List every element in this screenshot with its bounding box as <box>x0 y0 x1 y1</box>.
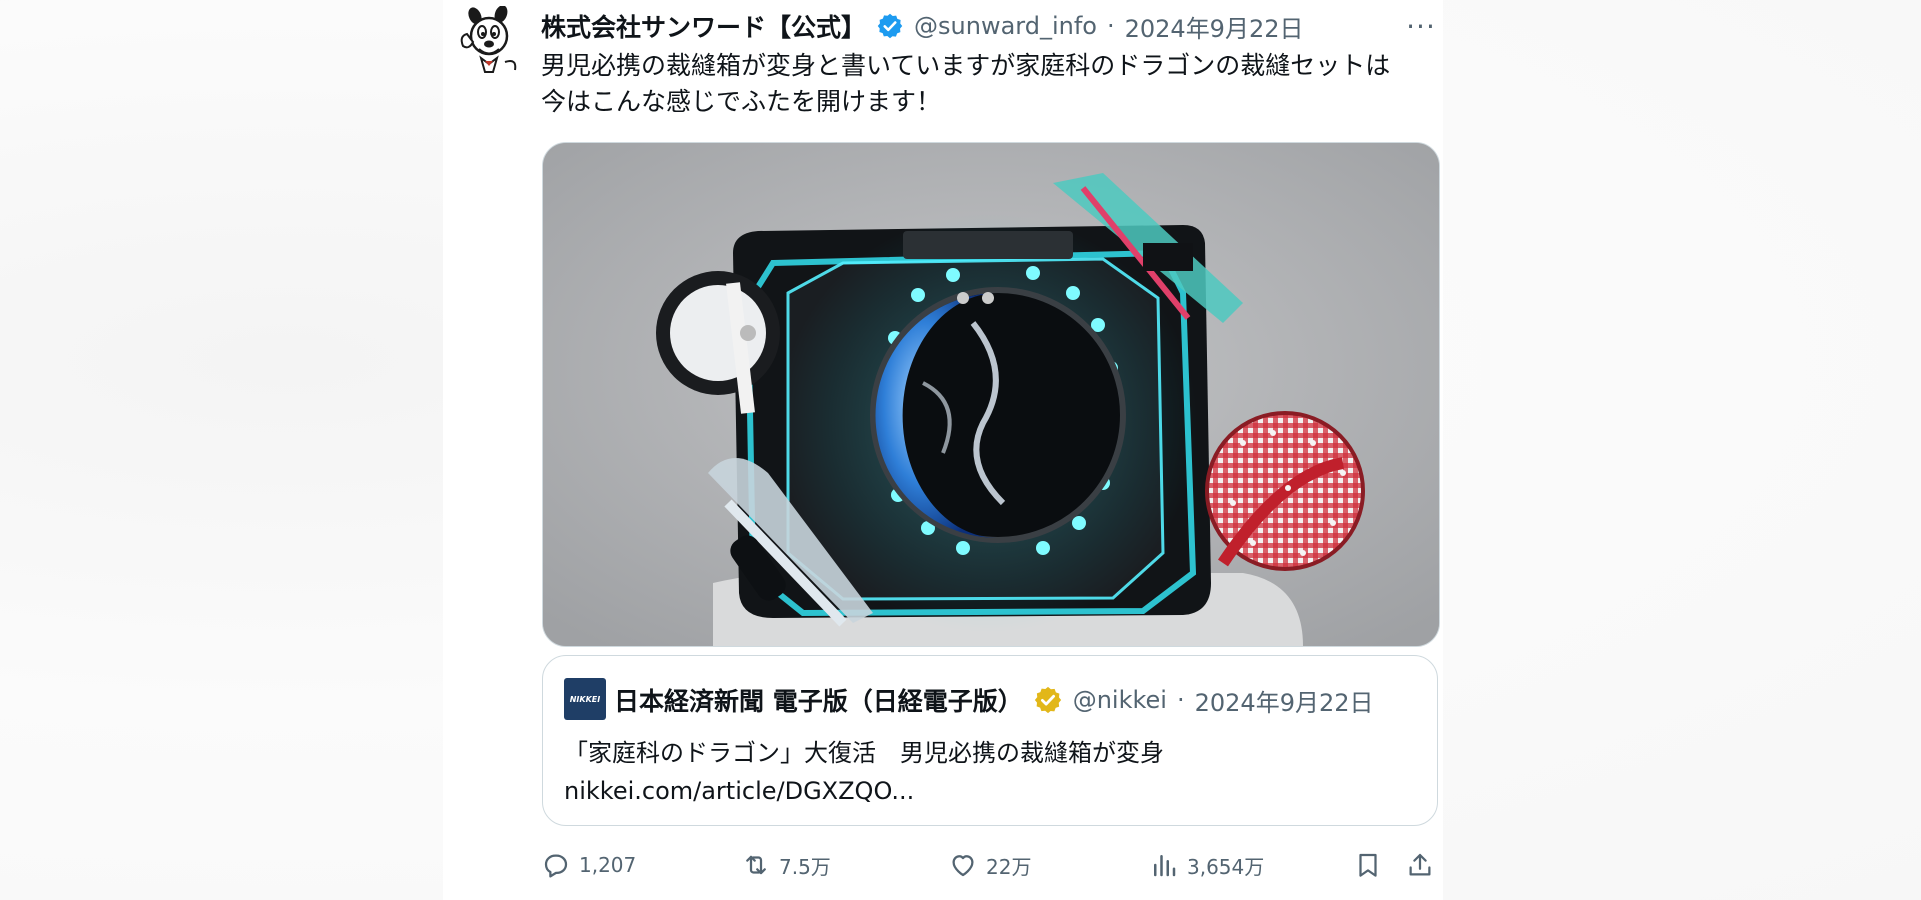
bookmark-icon <box>1359 853 1377 877</box>
quoted-tweet-header: 日本経済新聞 電子版（日経電子版） @nikkei · 2024年9月22日 <box>614 680 1374 720</box>
quoted-author-handle[interactable]: @nikkei <box>1073 686 1167 714</box>
separator-dot: · <box>1106 12 1115 40</box>
retweet-count: 7.5万 <box>779 854 831 879</box>
quoted-tweet-text: 「家庭科のドラゴン」大復活 男児必携の裁縫箱が変身 nikkei.com/art… <box>564 734 1414 810</box>
like-count: 22万 <box>986 854 1032 879</box>
author-name[interactable]: 株式会社サンワード【公式】 <box>541 8 866 44</box>
views-count: 3,654万 <box>1187 854 1265 879</box>
tweet-text-line: 今はこんな感じでふたを開けます！ <box>541 87 942 116</box>
share-icon <box>1409 853 1431 876</box>
tweet-media-image[interactable] <box>542 142 1440 647</box>
quoted-tweet-date[interactable]: 2024年9月22日 <box>1195 683 1374 718</box>
views-button[interactable]: 3,654万 <box>1149 848 1264 882</box>
reply-button[interactable]: 1,207 <box>541 848 636 882</box>
quoted-tweet-card[interactable]: NIKKEI 日本経済新聞 電子版（日経電子版） @nikkei · 2024年… <box>542 655 1438 826</box>
quoted-tweet-text-line: 「家庭科のドラゴン」大復活 男児必携の裁縫箱が変身 <box>564 739 1164 767</box>
verified-badge-icon[interactable] <box>876 12 904 40</box>
more-icon: ··· <box>1406 9 1436 43</box>
quoted-tweet-link[interactable]: nikkei.com/article/DGXZQO... <box>564 772 1414 810</box>
reply-count: 1,207 <box>579 853 637 877</box>
separator-dot: · <box>1176 686 1185 714</box>
retweet-button[interactable]: 7.5万 <box>741 848 831 882</box>
author-handle[interactable]: @sunward_info <box>914 12 1097 40</box>
views-chart-icon <box>1154 855 1176 877</box>
tweet-text-line: 男児必携の裁縫箱が変身と書いていますが家庭科のドラゴンの裁縫セットは <box>541 51 1391 80</box>
mascot-avatar-icon <box>460 5 517 73</box>
tweet-text: 男児必携の裁縫箱が変身と書いていますが家庭科のドラゴンの裁縫セットは 今はこんな… <box>541 48 1441 120</box>
tweet-date[interactable]: 2024年9月22日 <box>1125 9 1304 44</box>
avatar[interactable] <box>457 5 523 76</box>
heart-icon <box>952 855 974 877</box>
verified-org-badge-icon[interactable] <box>1033 685 1063 715</box>
share-button[interactable] <box>1405 848 1435 882</box>
quoted-author-name[interactable]: 日本経済新聞 電子版（日経電子版） <box>614 682 1023 718</box>
tweet-action-bar: 1,207 7.5万 22万 3,654万 <box>541 848 1441 882</box>
tweet-header: 株式会社サンワード【公式】 @sunward_info · 2024年9月22日 <box>541 8 1304 44</box>
more-options-button[interactable]: ··· <box>1403 9 1439 43</box>
nikkei-logo[interactable]: NIKKEI <box>564 678 606 720</box>
like-button[interactable]: 22万 <box>948 848 1031 882</box>
bookmark-button[interactable] <box>1353 848 1383 882</box>
retweet-icon <box>746 855 766 875</box>
sewing-box-photo <box>543 143 1439 646</box>
reply-icon <box>544 854 568 878</box>
